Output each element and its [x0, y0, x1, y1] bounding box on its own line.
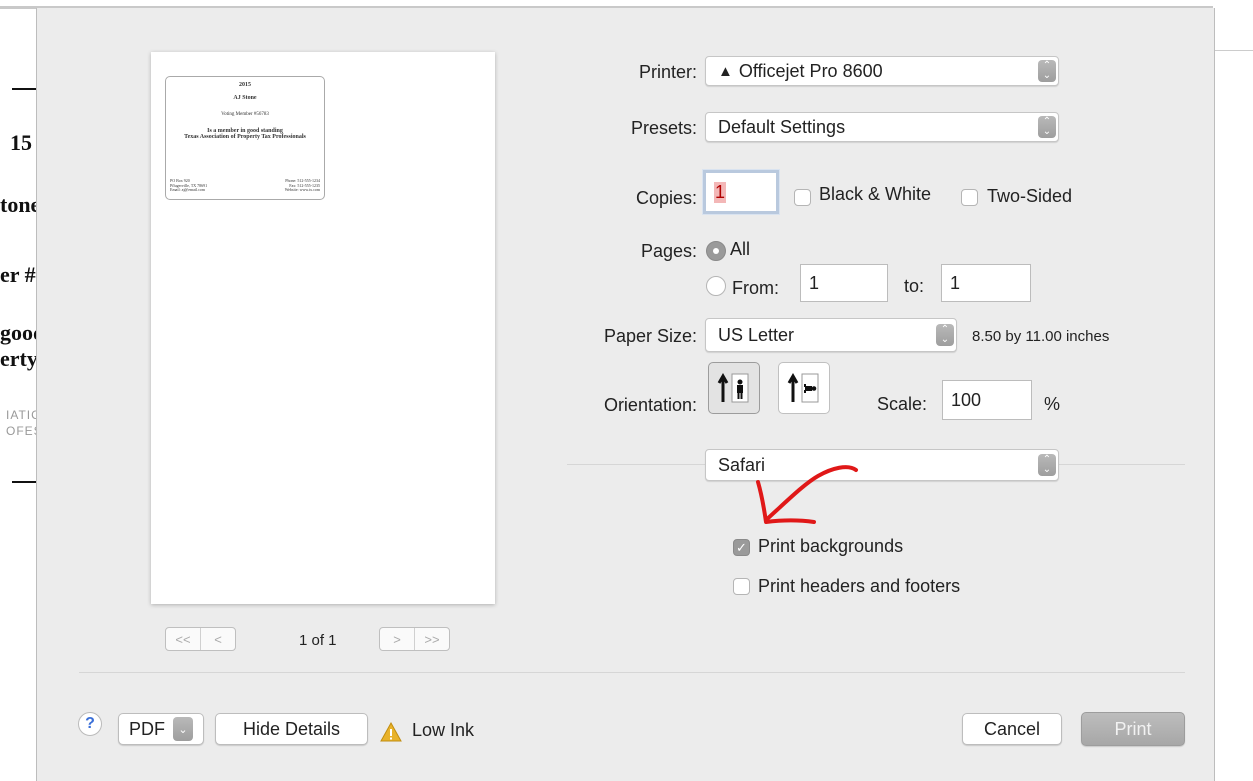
background-rule [12, 481, 36, 483]
print-dialog: 2015 AJ Stone Voting Member #56783 Is a … [36, 8, 1215, 781]
printer-popup[interactable]: ▲ Officejet Pro 8600 ⌃ ⌄ [705, 56, 1059, 86]
card-association: Texas Association of Property Tax Profes… [184, 134, 306, 141]
background-year-text: 15 [10, 130, 32, 155]
pdf-label: PDF [129, 718, 165, 739]
popup-arrows-icon: ⌃ ⌄ [1038, 116, 1056, 138]
card-contact-left: PO Box 920 Pflugerville, TX 78691 Email:… [170, 179, 207, 193]
pager-back-group: << < [165, 627, 236, 651]
card-contact-right: Phone: 512-555-1234 Fax: 512-555-1235 We… [285, 179, 320, 193]
black-white-checkbox[interactable] [794, 189, 811, 206]
presets-label: Presets: [630, 118, 697, 138]
last-page-button[interactable]: >> [415, 628, 449, 650]
orientation-portrait-button[interactable] [708, 362, 760, 414]
orientation-label: Orientation: [603, 395, 697, 415]
next-page-button[interactable]: > [380, 628, 415, 650]
card-website: Website: www.tx.com [284, 187, 320, 193]
footer-separator [79, 672, 1185, 673]
scale-value: 100 [951, 389, 982, 410]
paper-dimensions: 8.50 by 11.00 inches [972, 328, 1110, 345]
popup-arrows-icon: ⌃ ⌄ [1038, 60, 1056, 82]
background-voting-text: er # 9 [0, 262, 36, 287]
background-webpage: 15 tone er # 9 good erty IATIC OFESS [0, 0, 36, 781]
help-button[interactable]: ? [78, 712, 102, 736]
pdf-menu-button[interactable]: PDF ⌄ [118, 713, 204, 745]
copies-label: Copies: [635, 188, 697, 208]
chevron-down-icon: ⌄ [173, 717, 193, 741]
card-name: AJ Stone [233, 94, 257, 101]
background-name-text: tone [0, 192, 36, 217]
scale-unit: % [1044, 394, 1061, 414]
black-white-label: Black & White [819, 184, 932, 204]
cancel-button[interactable]: Cancel [962, 713, 1062, 745]
background-right-margin [1213, 0, 1253, 781]
background-association-text: IATIC [6, 408, 36, 422]
print-backgrounds-label: Print backgrounds [758, 536, 904, 556]
orientation-landscape-button[interactable] [778, 362, 830, 414]
paper-size-value: US Letter [718, 324, 795, 345]
print-preview-page: 2015 AJ Stone Voting Member #56783 Is a … [151, 52, 495, 604]
pager-forward-group: > >> [379, 627, 450, 651]
printer-warning-icon: ▲ [718, 62, 733, 80]
popup-arrows-icon: ⌃ ⌄ [1038, 454, 1056, 476]
card-voting: Voting Member #56783 [221, 111, 269, 117]
scale-label: Scale: [877, 394, 928, 414]
background-right-rule [1213, 50, 1253, 51]
pages-to-value: 1 [950, 272, 961, 293]
pages-from-radio[interactable] [706, 276, 726, 296]
two-sided-label: Two-Sided [987, 186, 1073, 206]
pages-label: Pages: [640, 241, 697, 261]
pages-to-label: to: [904, 276, 925, 296]
paper-size-popup[interactable]: US Letter ⌃ ⌄ [705, 318, 957, 352]
print-headers-footers-label: Print headers and footers [758, 576, 961, 596]
annotation-arrow-icon [756, 465, 858, 524]
card-year: 2015 [239, 82, 251, 88]
pages-to-field[interactable]: 1 [941, 264, 1031, 302]
low-ink-warning-icon [380, 722, 402, 742]
page-count: 1 of 1 [299, 632, 337, 649]
hide-details-button[interactable]: Hide Details [215, 713, 368, 745]
presets-value: Default Settings [718, 116, 846, 137]
first-page-button[interactable]: << [166, 628, 201, 650]
copies-field[interactable]: 1 [703, 170, 779, 214]
print-backgrounds-checkbox[interactable]: ✓ [733, 539, 750, 556]
pages-from-value: 1 [809, 272, 820, 293]
background-professionals-text: OFESS [6, 424, 36, 438]
printer-label: Printer: [638, 62, 697, 82]
card-member-line: Is a member in good standing [207, 127, 283, 134]
background-property-text: erty [0, 346, 36, 371]
scale-field[interactable]: 100 [942, 380, 1032, 420]
two-sided-checkbox[interactable] [961, 189, 978, 206]
background-good-text: good [0, 320, 36, 345]
background-rule [12, 88, 36, 90]
pages-from-field[interactable]: 1 [800, 264, 888, 302]
presets-popup[interactable]: Default Settings ⌃ ⌄ [705, 112, 1059, 142]
copies-value: 1 [714, 181, 727, 203]
previous-page-button[interactable]: < [201, 628, 235, 650]
popup-arrows-icon: ⌃ ⌄ [936, 324, 954, 346]
card-email: Email: aj@email.com [170, 187, 206, 193]
pages-all-radio[interactable] [706, 241, 726, 261]
print-button[interactable]: Print [1081, 712, 1185, 746]
pages-from-label: From: [732, 278, 779, 298]
paper-size-label: Paper Size: [603, 326, 697, 346]
printer-value: Officejet Pro 8600 [738, 60, 883, 81]
pages-all-label: All [730, 239, 751, 259]
print-headers-footers-checkbox[interactable] [733, 578, 750, 595]
portrait-orientation-icon [717, 372, 749, 403]
card-footer: PO Box 920 Pflugerville, TX 78691 Email:… [170, 179, 320, 193]
low-ink-label: Low Ink [412, 720, 475, 740]
membership-card-preview: 2015 AJ Stone Voting Member #56783 Is a … [165, 76, 325, 200]
landscape-orientation-icon [787, 372, 819, 403]
